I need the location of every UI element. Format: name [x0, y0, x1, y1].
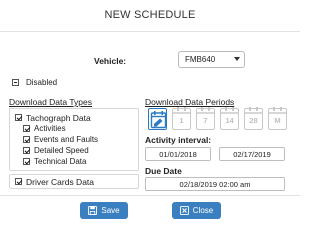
- detailed-speed-label: Detailed Speed: [34, 146, 89, 155]
- checkbox-detailed-speed[interactable]: [23, 147, 30, 154]
- checkbox-tachograph-data[interactable]: [15, 114, 22, 121]
- events-faults-label: Events and Faults: [34, 135, 99, 144]
- calendar-ring: [256, 107, 258, 111]
- tachograph-data-label: Tachograph Data: [26, 113, 91, 123]
- activity-from-input[interactable]: 01/01/2018: [145, 147, 211, 161]
- calendar-band: [269, 112, 286, 114]
- period-label-14: 14: [225, 116, 234, 125]
- download-periods-heading: Download Data Periods: [145, 97, 235, 107]
- close-icon: [179, 206, 189, 215]
- vehicle-select[interactable]: FMB640: [178, 51, 245, 68]
- period-label-1: 1: [179, 116, 184, 125]
- driver-cards-label: Driver Cards Data: [26, 177, 95, 187]
- download-types-panel: Tachograph Data Activities Events and Fa…: [9, 108, 139, 171]
- due-date-label: Due Date: [145, 166, 182, 176]
- calendar-ring: [208, 107, 210, 111]
- calendar-ring: [225, 107, 227, 111]
- calendar-ring: [232, 107, 234, 111]
- period-option-1[interactable]: 1: [172, 107, 191, 130]
- save-icon: [88, 206, 98, 215]
- activity-to-input[interactable]: 02/17/2019: [219, 147, 285, 161]
- period-option-28[interactable]: 28: [244, 107, 263, 130]
- calendar-ring: [273, 107, 275, 111]
- period-option-month[interactable]: M: [268, 107, 287, 130]
- checkbox-events-faults[interactable]: [23, 136, 30, 143]
- activities-label: Activities: [34, 124, 66, 133]
- footer-divider: [0, 195, 300, 196]
- due-date-input[interactable]: 02/18/2019 02:00 am: [145, 177, 285, 191]
- vehicle-label: Vehicle:: [94, 56, 127, 66]
- checkbox-driver-cards[interactable]: [15, 178, 22, 185]
- calendar-ring: [177, 107, 179, 111]
- period-label-7: 7: [203, 116, 208, 125]
- period-label-month: M: [274, 116, 281, 125]
- calendar-band: [197, 112, 214, 114]
- dialog-header: NEW SCHEDULE: [0, 0, 300, 32]
- close-button-label: Close: [192, 206, 214, 215]
- period-option-14[interactable]: 14: [220, 107, 239, 130]
- dialog-title: NEW SCHEDULE: [104, 9, 196, 21]
- calendar-ring: [249, 107, 251, 111]
- technical-data-label: Technical Data: [34, 157, 87, 166]
- period-label-28: 28: [249, 116, 258, 125]
- calendar-band: [221, 112, 238, 114]
- calendar-band: [245, 112, 262, 114]
- calendar-band: [173, 112, 190, 114]
- checkbox-technical-data[interactable]: [23, 158, 30, 165]
- period-option-7[interactable]: 7: [196, 107, 215, 130]
- calendar-ring: [201, 107, 203, 111]
- disabled-label: Disabled: [26, 78, 58, 87]
- calendar-ring: [280, 107, 282, 111]
- activity-interval-label: Activity interval:: [145, 135, 212, 145]
- period-option-custom[interactable]: [148, 108, 167, 130]
- disabled-toggle[interactable]: [12, 79, 19, 86]
- vehicle-select-value: FMB640: [185, 55, 216, 64]
- save-button[interactable]: Save: [80, 202, 128, 219]
- save-button-label: Save: [101, 206, 120, 215]
- calendar-icon: [150, 111, 167, 129]
- driver-cards-panel: Driver Cards Data: [9, 174, 139, 189]
- chevron-down-icon: [234, 57, 240, 61]
- calendar-ring: [184, 107, 186, 111]
- download-types-heading: Download Data Types: [9, 97, 93, 107]
- checkbox-activities[interactable]: [23, 125, 30, 132]
- close-button[interactable]: Close: [172, 202, 221, 219]
